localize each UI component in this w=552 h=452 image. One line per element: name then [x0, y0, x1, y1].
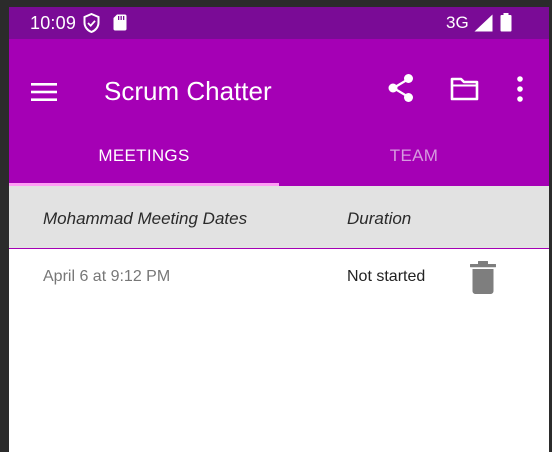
meeting-dates-header: Mohammad Meeting Dates — [43, 209, 248, 228]
meeting-row[interactable]: April 6 at 9:12 PM Not started — [9, 250, 549, 306]
meeting-duration: Not started — [347, 268, 426, 285]
shield-icon — [83, 13, 100, 33]
sd-card-icon — [113, 14, 127, 31]
tab-team[interactable]: TEAM — [279, 139, 549, 186]
meeting-date: April 6 at 9:12 PM — [43, 268, 171, 285]
signal-icon — [474, 14, 493, 32]
menu-icon[interactable] — [31, 81, 57, 103]
app-bar: Scrum Chatter — [9, 39, 549, 139]
list-header: Mohammad Meeting Dates Duration — [9, 186, 549, 249]
share-icon[interactable] — [387, 73, 415, 103]
status-bar: 10:09 3G — [9, 7, 549, 39]
status-time: 10:09 — [30, 13, 77, 33]
app-screen: 10:09 3G Scrum Chatter MEETINGS TEAM Moh… — [9, 7, 549, 452]
battery-icon — [500, 13, 512, 32]
tab-bar: MEETINGS TEAM — [9, 139, 549, 186]
network-type: 3G — [446, 13, 469, 32]
app-title: Scrum Chatter — [104, 76, 272, 106]
tab-meetings[interactable]: MEETINGS — [9, 139, 279, 186]
more-vert-icon[interactable] — [512, 75, 528, 103]
folder-icon[interactable] — [450, 77, 479, 101]
delete-icon[interactable] — [470, 261, 496, 294]
duration-header: Duration — [347, 209, 412, 228]
